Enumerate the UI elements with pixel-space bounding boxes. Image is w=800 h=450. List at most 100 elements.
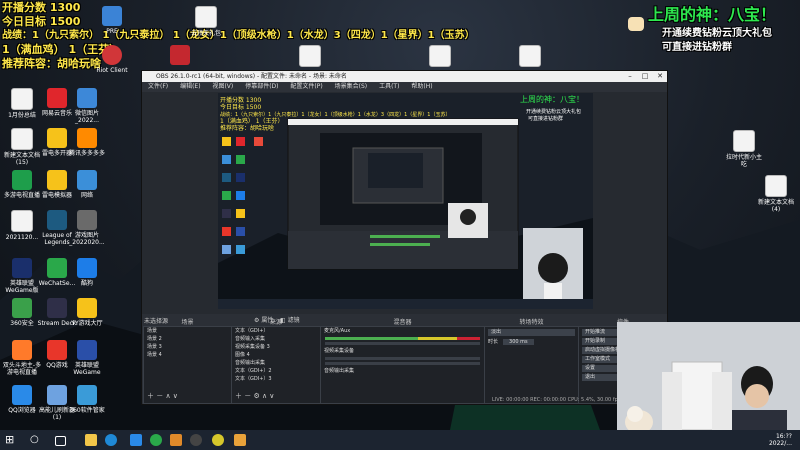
desktop-icon[interactable]: 360软件管家 bbox=[67, 385, 107, 414]
desktop-icon-gift[interactable]: 云顶天礼包 bbox=[186, 6, 226, 37]
menu-edit[interactable]: 编辑(E) bbox=[180, 83, 200, 90]
desktop-icon-right-1[interactable]: 拉时代新小主 吃 bbox=[724, 130, 764, 168]
obs-window[interactable]: OBS 26.1.0-rc1 (64-bit, windows) - 配置文件:… bbox=[141, 70, 668, 405]
obs-status-bar: LIVE: 00:00:00 REC: 00:00:00 CPU: 5.4%, … bbox=[492, 397, 621, 403]
desktop-icon-doc-c[interactable] bbox=[510, 45, 550, 69]
app-icon bbox=[47, 298, 67, 318]
source-item[interactable]: 文本（GDI+）3 bbox=[232, 375, 320, 383]
app-icon[interactable] bbox=[234, 434, 246, 446]
desktop-icon-label: 360安全 bbox=[10, 320, 34, 327]
webcam-image bbox=[617, 322, 800, 430]
preview-content: 开播分数 1300 今日目标 1500 战绩：1（九只索尔）1（九只泰拉）1（龙… bbox=[218, 93, 593, 309]
mixer-track-label: 麦克风/Aux bbox=[324, 328, 351, 334]
explorer-icon[interactable] bbox=[85, 434, 97, 446]
scene-controls[interactable]: ＋ － ∧ ∨ bbox=[147, 391, 178, 401]
menu-profile[interactable]: 配置文件(P) bbox=[290, 83, 322, 90]
app-icon bbox=[12, 340, 32, 360]
minimize-icon[interactable]: – bbox=[623, 71, 637, 82]
app-icon[interactable] bbox=[212, 434, 224, 446]
desktop-icon[interactable]: 游戏图片_2022020... bbox=[67, 210, 107, 246]
menu-view[interactable]: 视图(V) bbox=[212, 83, 233, 90]
desktop-icon-label: 多游电视直播 bbox=[3, 192, 40, 199]
desktop-icon-red[interactable] bbox=[160, 45, 200, 67]
desktop-icon-label: 微信图片_2022... bbox=[74, 110, 99, 124]
svg-text:推荐阵容：胡哈玩啥: 推荐阵容：胡哈玩啥 bbox=[220, 124, 274, 132]
app-icon bbox=[77, 385, 97, 405]
app-icon bbox=[12, 258, 32, 278]
mixer-dock: 混音器 麦克风/Aux 视频采集设备 音频输出采集 bbox=[320, 319, 485, 404]
desktop-icon[interactable]: 新建文本文档(15) bbox=[2, 128, 42, 166]
desktop-icon[interactable]: 1月份总结 bbox=[2, 88, 42, 119]
desktop-icon[interactable]: 酷狗 bbox=[67, 258, 107, 287]
close-icon[interactable]: ✕ bbox=[653, 71, 667, 82]
desktop-icon-pre[interactable]: PRE bbox=[92, 6, 132, 35]
overlay-goal: 今日目标 1500 bbox=[2, 15, 81, 28]
desktop-icon-label: 拉时代新小主 吃 bbox=[725, 154, 762, 168]
source-item[interactable]: 音频输出采集 bbox=[232, 359, 320, 367]
obs-docks: 未选择源 ⚙ 属性 ◧ 滤镜 场景 场景 场景 2 场景 3 场景 4 ＋ － … bbox=[142, 314, 668, 404]
obs-preview[interactable]: 开播分数 1300 今日目标 1500 战绩：1（九只索尔）1（九只泰拉）1（龙… bbox=[218, 93, 593, 309]
taskbar: ⊞ ○ 16:?? 2022/... bbox=[0, 430, 800, 450]
desktop-icon[interactable]: 微信图片_2022... bbox=[67, 88, 107, 124]
menu-docks[interactable]: 停靠部件(D) bbox=[245, 83, 278, 90]
sources-header: 来源 bbox=[269, 319, 282, 326]
desktop-icon[interactable]: QQ浏览器 bbox=[2, 385, 42, 414]
desktop-icon-label: QQ浏览器 bbox=[8, 407, 36, 414]
taskview-icon[interactable] bbox=[55, 436, 66, 446]
desktop-icon-label: 双头斗地主-多游电视直播 bbox=[2, 362, 42, 376]
transition-select[interactable]: 淡出 bbox=[488, 329, 575, 336]
app-icon[interactable] bbox=[130, 434, 142, 446]
desktop-icon-label: Riot Client bbox=[96, 67, 128, 74]
edge-icon[interactable] bbox=[105, 434, 117, 446]
app-icon bbox=[47, 210, 67, 230]
app-icon bbox=[77, 298, 97, 318]
source-controls[interactable]: ＋ － ⚙ ∧ ∨ bbox=[235, 391, 274, 401]
desktop-icon-label: 腾讯多多多多 bbox=[68, 150, 105, 157]
maximize-icon[interactable]: □ bbox=[638, 71, 652, 82]
desktop-icon[interactable]: 2021120... bbox=[2, 210, 42, 241]
desktop-icon[interactable]: 360安全 bbox=[2, 298, 42, 327]
desktop-icon[interactable]: 双头斗地主-多游电视直播 bbox=[2, 340, 42, 376]
source-item[interactable]: 音频输入采集 bbox=[232, 335, 320, 343]
system-tray[interactable]: 16:?? 2022/... bbox=[769, 433, 792, 447]
clock-time: 16:?? bbox=[775, 433, 792, 440]
search-icon[interactable]: ○ bbox=[30, 434, 42, 446]
desktop-icon[interactable]: YY游戏大厅 bbox=[67, 298, 107, 327]
app-icon[interactable] bbox=[170, 434, 182, 446]
menu-help[interactable]: 帮助(H) bbox=[411, 83, 432, 90]
source-item[interactable]: 文本（GDI+）2 bbox=[232, 367, 320, 375]
overlay-record: 战绩：1（九只索尔） 1（九只泰拉） 1（龙女）1（顶级水枪）1（水龙）3（四龙… bbox=[2, 30, 475, 41]
desktop-icon-right-2[interactable]: 新建文本文档(4) bbox=[756, 175, 796, 213]
windows-start-icon[interactable]: ⊞ bbox=[5, 434, 17, 446]
document-icon bbox=[733, 130, 755, 152]
desktop-icon[interactable]: 腾讯多多多多 bbox=[67, 128, 107, 157]
svg-text:今日目标 1500: 今日目标 1500 bbox=[220, 103, 261, 111]
riot-icon bbox=[102, 45, 122, 65]
desktop-icon-riot[interactable]: Riot Client bbox=[92, 45, 132, 74]
scene-item[interactable]: 场景 4 bbox=[144, 351, 231, 359]
obs-menubar: 文件(F) 编辑(E) 视图(V) 停靠部件(D) 配置文件(P) 场景集合(S… bbox=[142, 82, 667, 92]
scenes-dock: 场景 场景 场景 2 场景 3 场景 4 ＋ － ∧ ∨ bbox=[143, 319, 232, 404]
desktop-icon[interactable]: 英雄联盟WeGame bbox=[67, 340, 107, 376]
desktop-icon-doc-a[interactable] bbox=[290, 45, 330, 69]
scene-item[interactable]: 场景 3 bbox=[144, 343, 231, 351]
desktop-icon-doc-b[interactable] bbox=[420, 45, 460, 69]
source-item[interactable]: 视频采集设备 3 bbox=[232, 343, 320, 351]
app-icon bbox=[47, 88, 67, 108]
desktop-icon[interactable]: 多游电视直播 bbox=[2, 170, 42, 199]
menu-tools[interactable]: 工具(T) bbox=[379, 83, 399, 90]
source-item[interactable]: 文本（GDI+） bbox=[232, 327, 320, 335]
desktop-icon[interactable]: 网络 bbox=[67, 170, 107, 199]
desktop-icon[interactable]: 英雄联盟WeGame版 bbox=[2, 258, 42, 294]
menu-file[interactable]: 文件(F) bbox=[148, 83, 168, 90]
app-icon[interactable] bbox=[150, 434, 162, 446]
duration-input[interactable]: 300 ms bbox=[503, 339, 534, 345]
app-icon bbox=[77, 170, 97, 190]
menu-scene-collection[interactable]: 场景集合(S) bbox=[335, 83, 368, 90]
desktop-icon-label: 游戏图片_2022020... bbox=[69, 232, 105, 246]
scene-item[interactable]: 场景 bbox=[144, 327, 231, 335]
obs-titlebar[interactable]: OBS 26.1.0-rc1 (64-bit, windows) - 配置文件:… bbox=[142, 71, 667, 82]
obs-taskbar-icon[interactable] bbox=[190, 434, 202, 446]
scene-item[interactable]: 场景 2 bbox=[144, 335, 231, 343]
source-item[interactable]: 图像 4 bbox=[232, 351, 320, 359]
